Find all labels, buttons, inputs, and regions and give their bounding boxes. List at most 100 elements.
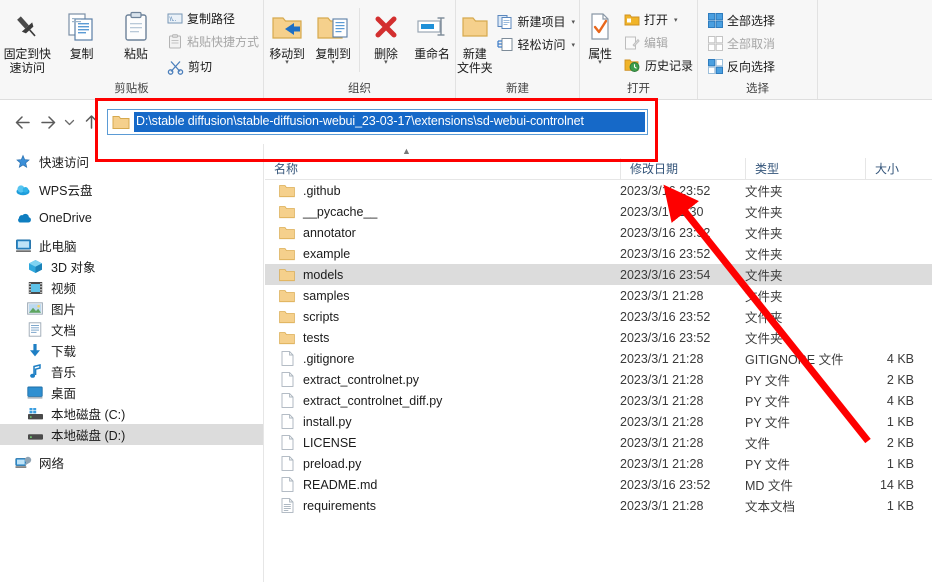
table-row[interactable]: annotator 2023/3/16 23:52 文件夹 bbox=[265, 222, 932, 243]
file-name-cell: annotator bbox=[265, 225, 620, 241]
sidebar-item-pictures[interactable]: 图片 bbox=[0, 298, 263, 319]
move-to-caret-icon[interactable]: ▾ bbox=[285, 59, 289, 66]
file-name-text: .github bbox=[303, 183, 341, 198]
sidebar-item-wps-cloud[interactable]: WPS云盘 bbox=[0, 179, 263, 200]
table-row[interactable]: models 2023/3/16 23:54 文件夹 bbox=[265, 264, 932, 285]
table-row[interactable]: example 2023/3/16 23:52 文件夹 bbox=[265, 243, 932, 264]
sidebar-item-quick-access[interactable]: 快速访问 bbox=[0, 151, 263, 172]
paste-shortcut-label: 粘贴快捷方式 bbox=[186, 35, 259, 49]
copy-to-button[interactable]: 复制到 ▾ bbox=[310, 4, 356, 66]
sidebar-label: OneDrive bbox=[39, 210, 92, 225]
column-header-type[interactable]: 类型 bbox=[745, 157, 865, 180]
table-row[interactable]: samples 2023/3/1 21:28 文件夹 bbox=[265, 285, 932, 306]
open-button[interactable]: 打开 ▾ bbox=[620, 8, 697, 31]
address-input[interactable]: D:\stable diffusion\stable-diffusion-web… bbox=[134, 112, 645, 132]
copy-path-button[interactable]: \\.. 复制路径 bbox=[163, 7, 263, 30]
file-type-cell: 文件夹 bbox=[745, 332, 783, 346]
back-button[interactable] bbox=[9, 108, 35, 136]
sidebar-item-drive-c[interactable]: 本地磁盘 (C:) bbox=[0, 403, 263, 424]
paste-shortcut-button[interactable]: 粘贴快捷方式 bbox=[163, 30, 263, 53]
open-caret-icon[interactable]: ▾ bbox=[674, 16, 678, 24]
table-row[interactable]: preload.py 2023/3/1 21:28 PY 文件 1 KB bbox=[265, 453, 932, 474]
file-type-cell: 文件夹 bbox=[745, 185, 783, 199]
column-header-name[interactable]: 名称 bbox=[265, 158, 620, 180]
copy-icon bbox=[66, 7, 96, 47]
sidebar-item-downloads[interactable]: 下载 bbox=[0, 340, 263, 361]
select-none-icon bbox=[708, 36, 723, 51]
sidebar-item-videos[interactable]: 视频 bbox=[0, 277, 263, 298]
select-all-button[interactable]: 全部选择 bbox=[704, 9, 779, 32]
table-row[interactable]: .github 2023/3/16 23:52 文件夹 bbox=[265, 180, 932, 201]
invert-selection-button[interactable]: 反向选择 bbox=[704, 55, 779, 78]
address-bar[interactable]: D:\stable diffusion\stable-diffusion-web… bbox=[107, 109, 648, 135]
column-header-size[interactable]: 大小 bbox=[865, 157, 932, 180]
sidebar-item-3d-objects[interactable]: 3D 对象 bbox=[0, 256, 263, 277]
sidebar-item-documents[interactable]: 文档 bbox=[0, 319, 263, 340]
navigation-pane[interactable]: 快速访问 WPS云盘 OneDrive 此电脑 3D 对象 视频 图片 文档 下… bbox=[0, 144, 264, 582]
ribbon-group-label-clipboard: 剪贴板 bbox=[114, 83, 149, 95]
edit-button[interactable]: 编辑 bbox=[620, 31, 697, 54]
file-list-pane[interactable]: ▲ 名称 修改日期 类型 大小 .github 2023/3/16 23:52 文件… bbox=[265, 144, 932, 582]
select-none-button[interactable]: 全部取消 bbox=[704, 32, 779, 55]
table-row[interactable]: __pycache__ 2023/3/1 21:30 文件夹 bbox=[265, 201, 932, 222]
folder-icon bbox=[279, 183, 295, 199]
sidebar-item-this-pc[interactable]: 此电脑 bbox=[0, 235, 263, 256]
recent-locations-button[interactable] bbox=[61, 108, 78, 136]
file-name-text: scripts bbox=[303, 309, 340, 324]
ribbon-group-new: 新建 文件夹 新建项目 ▾ 轻松访问 ▾ 新建 bbox=[456, 0, 580, 99]
new-folder-button[interactable]: 新建 文件夹 bbox=[456, 4, 493, 75]
table-row[interactable]: .gitignore 2023/3/1 21:28 GITIGNORE 文件 4 KB bbox=[265, 348, 932, 369]
sidebar-item-music[interactable]: 音乐 bbox=[0, 361, 263, 382]
delete-caret-icon[interactable]: ▾ bbox=[384, 59, 388, 66]
forward-button[interactable] bbox=[35, 108, 61, 136]
table-row[interactable]: tests 2023/3/16 23:52 文件夹 bbox=[265, 327, 932, 348]
history-button[interactable]: 历史记录 bbox=[620, 54, 697, 77]
up-button[interactable] bbox=[78, 108, 104, 136]
file-type-cell: PY 文件 bbox=[745, 395, 790, 409]
table-row[interactable]: extract_controlnet_diff.py 2023/3/1 21:28… bbox=[265, 390, 932, 411]
file-rows[interactable]: .github 2023/3/16 23:52 文件夹 __pycache__ 2023… bbox=[265, 180, 932, 516]
sidebar-item-onedrive[interactable]: OneDrive bbox=[0, 207, 263, 228]
sidebar-label: 本地磁盘 (D:) bbox=[51, 429, 126, 443]
new-item-button[interactable]: 新建项目 ▾ bbox=[493, 10, 579, 33]
paste-button[interactable]: 粘贴 bbox=[109, 4, 163, 61]
file-size-cell: 14 KB bbox=[879, 477, 914, 492]
move-to-button[interactable]: 移动到 ▾ bbox=[264, 4, 310, 66]
file-date-cell: 2023/3/1 21:28 bbox=[620, 456, 704, 471]
file-icon bbox=[279, 435, 295, 451]
table-row[interactable]: scripts 2023/3/16 23:52 文件夹 bbox=[265, 306, 932, 327]
ribbon-group-label-new: 新建 bbox=[506, 83, 529, 95]
cut-button[interactable]: 剪切 bbox=[163, 55, 263, 78]
sidebar-label: 图片 bbox=[51, 303, 77, 317]
copy-to-caret-icon[interactable]: ▾ bbox=[331, 59, 335, 66]
file-name-cell: preload.py bbox=[265, 456, 620, 472]
file-type-cell: GITIGNORE 文件 bbox=[745, 353, 844, 367]
easy-access-button[interactable]: 轻松访问 ▾ bbox=[493, 33, 579, 56]
file-date-cell: 2023/3/1 21:28 bbox=[620, 351, 704, 366]
pin-to-quick-access-button[interactable]: 固定到快 速访问 bbox=[0, 4, 54, 75]
copy-button[interactable]: 复制 bbox=[54, 4, 108, 61]
rename-label: 重命名 bbox=[414, 47, 450, 61]
table-row[interactable]: LICENSE 2023/3/1 21:28 文件 2 KB bbox=[265, 432, 932, 453]
documents-icon bbox=[26, 322, 44, 338]
sidebar-item-desktop[interactable]: 桌面 bbox=[0, 382, 263, 403]
new-item-caret-icon[interactable]: ▾ bbox=[571, 18, 575, 26]
rename-button[interactable]: 重命名 bbox=[409, 4, 455, 61]
delete-button[interactable]: 删除 ▾ bbox=[363, 4, 409, 66]
table-row[interactable]: requirements 2023/3/1 21:28 文本文档 1 KB bbox=[265, 495, 932, 516]
table-row[interactable]: README.md 2023/3/16 23:52 MD 文件 14 KB bbox=[265, 474, 932, 495]
table-row[interactable]: extract_controlnet.py 2023/3/1 21:28 PY 文件… bbox=[265, 369, 932, 390]
file-type-cell: PY 文件 bbox=[745, 458, 790, 472]
sidebar-item-network[interactable]: 网络 bbox=[0, 452, 263, 473]
easy-access-caret-icon[interactable]: ▾ bbox=[571, 41, 575, 49]
file-size-cell: 4 KB bbox=[886, 393, 914, 408]
column-header-date[interactable]: 修改日期 bbox=[620, 157, 745, 180]
properties-button[interactable]: 属性 ▾ bbox=[580, 4, 620, 66]
properties-caret-icon[interactable]: ▾ bbox=[598, 59, 602, 66]
edit-icon bbox=[624, 36, 640, 49]
table-row[interactable]: install.py 2023/3/1 21:28 PY 文件 1 KB bbox=[265, 411, 932, 432]
open-small-commands: 打开 ▾ 编辑 历史记录 bbox=[620, 4, 697, 77]
sidebar-label: 视频 bbox=[51, 282, 77, 296]
ribbon-group-label-organize: 组织 bbox=[348, 83, 371, 95]
sidebar-item-drive-d[interactable]: 本地磁盘 (D:) bbox=[0, 424, 263, 445]
